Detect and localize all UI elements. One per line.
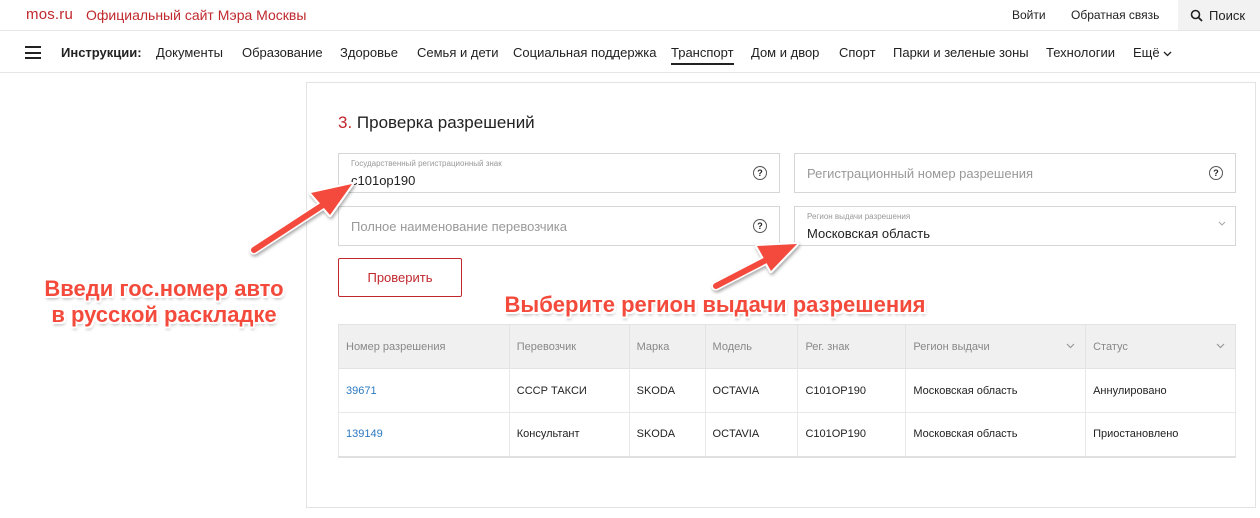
plate-number-field[interactable]: Государственный регистрационный знак с10… [338, 153, 780, 193]
table-cell: OCTAVIA [704, 412, 799, 458]
permit-number-link[interactable]: 39671 [346, 385, 377, 397]
chevron-down-icon [1216, 343, 1225, 349]
region-value: Московская область [807, 226, 931, 241]
nav-item-family[interactable]: Семья и дети [417, 45, 498, 60]
chevron-down-icon [1066, 343, 1075, 349]
table-cell: Аннулировано [1085, 368, 1236, 413]
table-header-row: Номер разрешения Перевозчик Марка Модель… [338, 324, 1236, 369]
column-header-label: Статус [1093, 340, 1128, 353]
column-header-label: Регион выдачи [913, 340, 990, 353]
official-site-link[interactable]: Официальный сайт Мэра Москвы [86, 7, 306, 23]
help-icon[interactable]: ? [753, 219, 767, 233]
nav-item-documents[interactable]: Документы [156, 45, 223, 60]
annotation-plate-hint: Введи гос.номер авто в русской раскладке [24, 276, 304, 328]
results-table: Номер разрешения Перевозчик Марка Модель… [338, 324, 1236, 458]
permit-number-link[interactable]: 139149 [346, 428, 383, 440]
table-cell: OCTAVIA [704, 368, 799, 413]
annotation-line: Введи гос.номер авто [44, 276, 284, 301]
nav-more-button[interactable]: Ещё [1133, 45, 1172, 60]
annotation-line: в русской раскладке [51, 302, 277, 327]
table-cell: С101ОР190 [797, 412, 907, 458]
nav-item-education[interactable]: Образование [242, 45, 323, 60]
search-icon [1190, 9, 1203, 22]
table-cell: 39671 [338, 368, 510, 413]
permit-number-field[interactable]: Регистрационный номер разрешения ? [794, 153, 1236, 193]
annotation-region-hint: Выберите регион выдачи разрешения [504, 292, 926, 317]
region-select[interactable]: Регион выдачи разрешения Московская обла… [794, 206, 1236, 246]
section-title: 3. Проверка разрешений [338, 113, 535, 133]
menu-icon[interactable] [25, 46, 41, 59]
login-link[interactable]: Войти [1012, 8, 1046, 22]
table-cell: Московская область [905, 368, 1087, 413]
table-cell: 139149 [338, 412, 510, 458]
column-header-region[interactable]: Регион выдачи [905, 324, 1087, 369]
column-header: Марка [628, 324, 706, 369]
table-cell: Московская область [905, 412, 1087, 458]
region-label: Регион выдачи разрешения [807, 212, 911, 221]
nav-more-label: Ещё [1133, 45, 1160, 60]
column-header: Перевозчик [508, 324, 630, 369]
nav-item-parks[interactable]: Парки и зеленые зоны [893, 45, 1029, 60]
table-cell: С101ОР190 [797, 368, 907, 413]
help-icon[interactable]: ? [1209, 166, 1223, 180]
nav-item-tech[interactable]: Технологии [1046, 45, 1115, 60]
search-button[interactable]: Поиск [1178, 0, 1260, 30]
nav-item-home[interactable]: Дом и двор [751, 45, 819, 60]
site-logo[interactable]: mos.ru [26, 6, 73, 23]
top-bar: mos.ru Официальный сайт Мэра Москвы Войт… [0, 0, 1260, 30]
nav-item-health[interactable]: Здоровье [340, 45, 398, 60]
section-number: 3. [338, 113, 353, 132]
table-cell: Консультант [508, 412, 630, 458]
plate-number-value: с101ор190 [351, 173, 416, 188]
table-cell: Приостановлено [1085, 412, 1236, 458]
table-cell: SKODA [628, 368, 706, 413]
feedback-link[interactable]: Обратная связь [1071, 8, 1159, 22]
carrier-name-field[interactable]: Полное наименование перевозчика ? [338, 206, 780, 246]
nav-label: Инструкции: [61, 45, 142, 60]
column-header: Номер разрешения [338, 324, 510, 369]
chevron-down-icon [1163, 51, 1172, 56]
help-icon[interactable]: ? [753, 166, 767, 180]
table-cell: СССР ТАКСИ [508, 368, 630, 413]
column-header: Рег. знак [797, 324, 907, 369]
search-label: Поиск [1209, 7, 1246, 23]
plate-number-label: Государственный регистрационный знак [351, 159, 502, 168]
permit-number-placeholder: Регистрационный номер разрешения [807, 166, 1034, 181]
section-title-text: Проверка разрешений [356, 113, 535, 132]
table-cell: SKODA [628, 412, 706, 458]
column-header: Модель [704, 324, 799, 369]
chevron-down-icon [1218, 221, 1226, 226]
check-button[interactable]: Проверить [338, 258, 462, 297]
main-nav: Инструкции: Документы Образование Здоров… [0, 30, 1260, 73]
table-row: 39671 СССР ТАКСИ SKODA OCTAVIA С101ОР190… [338, 368, 1236, 413]
nav-item-sport[interactable]: Спорт [839, 45, 876, 60]
column-header-status[interactable]: Статус [1085, 324, 1236, 369]
nav-item-transport[interactable]: Транспорт [671, 45, 734, 65]
table-row: 139149 Консультант SKODA OCTAVIA С101ОР1… [338, 412, 1236, 458]
nav-item-social[interactable]: Социальная поддержка [513, 45, 657, 60]
carrier-name-placeholder: Полное наименование перевозчика [351, 219, 567, 234]
